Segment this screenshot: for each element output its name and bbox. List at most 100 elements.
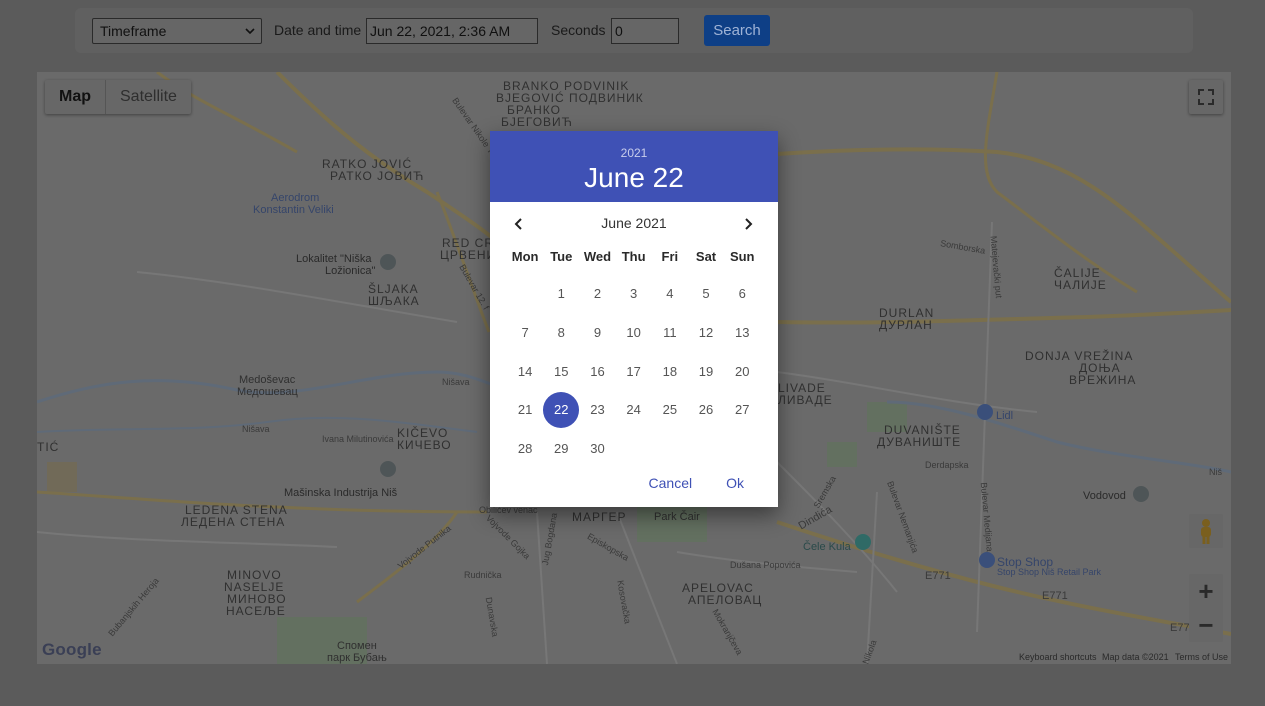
calendar-day[interactable]: 27 <box>724 392 760 428</box>
calendar-day[interactable]: 15 <box>543 354 579 390</box>
place-label: ДУРЛАН <box>879 318 933 332</box>
cancel-button[interactable]: Cancel <box>649 475 693 491</box>
calendar-day[interactable]: 8 <box>543 315 579 351</box>
year-selector[interactable]: 2021 <box>490 131 778 160</box>
calendar-day[interactable]: 14 <box>507 354 543 390</box>
zoom-control: + − <box>1189 574 1223 642</box>
place-label: ШЉАКА <box>368 294 420 308</box>
calendar-day[interactable]: 20 <box>724 354 760 390</box>
calendar-day[interactable]: 18 <box>652 354 688 390</box>
poi-label[interactable]: Mašinska Industrija Niš <box>284 487 397 499</box>
place-label: TIĆ <box>37 440 60 454</box>
calendar-day[interactable]: 4 <box>652 276 688 312</box>
zoom-in-button[interactable]: + <box>1189 574 1223 608</box>
calendar-day[interactable]: 16 <box>579 354 615 390</box>
calendar-day[interactable]: 26 <box>688 392 724 428</box>
calendar-day[interactable]: 19 <box>688 354 724 390</box>
map-type-control: Map Satellite <box>45 80 191 114</box>
place-label: ЧАЛИЈЕ <box>1054 278 1107 292</box>
search-button[interactable]: Search <box>704 15 770 46</box>
map-type-satellite-button[interactable]: Satellite <box>106 80 191 114</box>
road-label: Nišava <box>242 424 270 434</box>
map-type-map-button[interactable]: Map <box>45 80 105 114</box>
poi-label[interactable]: Lokalitet "Niška <box>296 253 371 265</box>
calendar-day[interactable]: 12 <box>688 315 724 351</box>
weekday-label: Sun <box>729 249 755 264</box>
month-label: June 2021 <box>601 215 667 231</box>
weekday-label: Fri <box>661 249 679 264</box>
place-label: РАТКО ЈОВИЋ <box>330 169 425 183</box>
calendar-day[interactable]: 5 <box>688 276 724 312</box>
calendar-day[interactable]: 9 <box>579 315 615 351</box>
calendar-day[interactable]: 3 <box>616 276 652 312</box>
selected-date-display: June 22 <box>584 162 684 193</box>
place-label: Спомен <box>337 640 377 652</box>
calendar-day[interactable]: 13 <box>724 315 760 351</box>
date-picker-dialog: 2021 June 22 June 2021 Mon Tue Wed Thu F… <box>490 131 778 507</box>
calendar-day[interactable]: 17 <box>616 354 652 390</box>
calendar-day[interactable]: 28 <box>507 431 543 467</box>
road-label: Rudnička <box>464 570 502 580</box>
place-label: МАРГЕР <box>572 510 627 524</box>
weekday-label: Mon <box>511 249 539 264</box>
calendar-day[interactable]: 23 <box>579 392 615 428</box>
road-label: Dušana Popovića <box>730 560 801 570</box>
calendar-empty-cell <box>616 431 652 467</box>
ok-button[interactable]: Ok <box>726 475 744 491</box>
calendar-day[interactable]: 1 <box>543 276 579 312</box>
seconds-label: Seconds <box>551 22 606 38</box>
map-data-attribution: Map data ©2021 <box>1102 652 1169 662</box>
zoom-out-button[interactable]: − <box>1189 608 1223 642</box>
date-time-input[interactable]: Jun 22, 2021, 2:36 AM <box>366 18 538 44</box>
place-label: АПЕЛОВАЦ <box>688 593 763 607</box>
poi-label[interactable]: Ložionica" <box>325 265 375 277</box>
poi-label[interactable]: Lidl <box>996 410 1013 422</box>
road-label: Nišava <box>442 377 470 387</box>
calendar-day[interactable]: 6 <box>724 276 760 312</box>
road-label: E771 <box>1042 590 1068 602</box>
date-time-label: Date and time <box>274 22 362 38</box>
poi-label[interactable]: Stop Shop Niš Retail Park <box>997 567 1101 577</box>
street-view-pegman-button[interactable] <box>1189 514 1223 548</box>
place-label: Medoševac <box>239 374 296 386</box>
place-label: ЛЕДЕНА СТЕНА <box>181 515 286 529</box>
calendar-week-row: 123456 <box>507 276 778 315</box>
poi-label[interactable]: Vodovod <box>1083 490 1126 502</box>
google-logo[interactable]: Google <box>42 640 102 660</box>
road-label: E771 <box>925 570 951 582</box>
calendar-week-row: 14 15 16 17 18 19 20 <box>507 354 778 393</box>
calendar-empty-cell <box>688 431 724 467</box>
calendar-day[interactable]: 21 <box>507 392 543 428</box>
calendar-day[interactable]: 7 <box>507 315 543 351</box>
poi-label[interactable]: Čele Kula <box>803 541 851 553</box>
month-navigation: June 2021 <box>490 202 778 246</box>
calendar-day-selected[interactable]: 22 <box>543 392 580 429</box>
place-label: парк Бубањ <box>327 652 387 664</box>
place-label: Park Čair <box>654 511 700 523</box>
road-label: Niš <box>1209 467 1222 477</box>
calendar-day[interactable]: 10 <box>616 315 652 351</box>
calendar-empty-cell <box>652 431 688 467</box>
date-picker-header: 2021 June 22 <box>490 131 778 202</box>
calendar-week-row: 28 29 30 <box>507 431 778 470</box>
weekday-header: Mon Tue Wed Thu Fri Sat Sun <box>490 249 778 264</box>
terms-of-use-link[interactable]: Terms of Use <box>1175 652 1228 662</box>
calendar-day[interactable]: 29 <box>543 431 579 467</box>
timeframe-select[interactable]: Timeframe <box>92 18 262 44</box>
calendar-day[interactable]: 11 <box>652 315 688 351</box>
calendar-day[interactable]: 30 <box>579 431 615 467</box>
place-label: ВРЕЖИНА <box>1069 373 1137 387</box>
poi-label[interactable]: Aerodrom <box>271 192 319 204</box>
calendar-day[interactable]: 24 <box>616 392 652 428</box>
weekday-label: Thu <box>621 249 646 264</box>
keyboard-shortcuts-link[interactable]: Keyboard shortcuts <box>1019 652 1097 662</box>
chevron-right-icon[interactable] <box>741 217 755 231</box>
calendar-day[interactable]: 25 <box>652 392 688 428</box>
seconds-input[interactable]: 0 <box>611 18 679 44</box>
fullscreen-button[interactable] <box>1189 80 1223 114</box>
fullscreen-icon <box>1198 89 1214 105</box>
calendar-day[interactable]: 2 <box>579 276 615 312</box>
pegman-icon <box>1201 519 1211 544</box>
poi-label[interactable]: Konstantin Veliki <box>253 204 334 216</box>
place-label: КИЧЕВО <box>397 438 452 452</box>
